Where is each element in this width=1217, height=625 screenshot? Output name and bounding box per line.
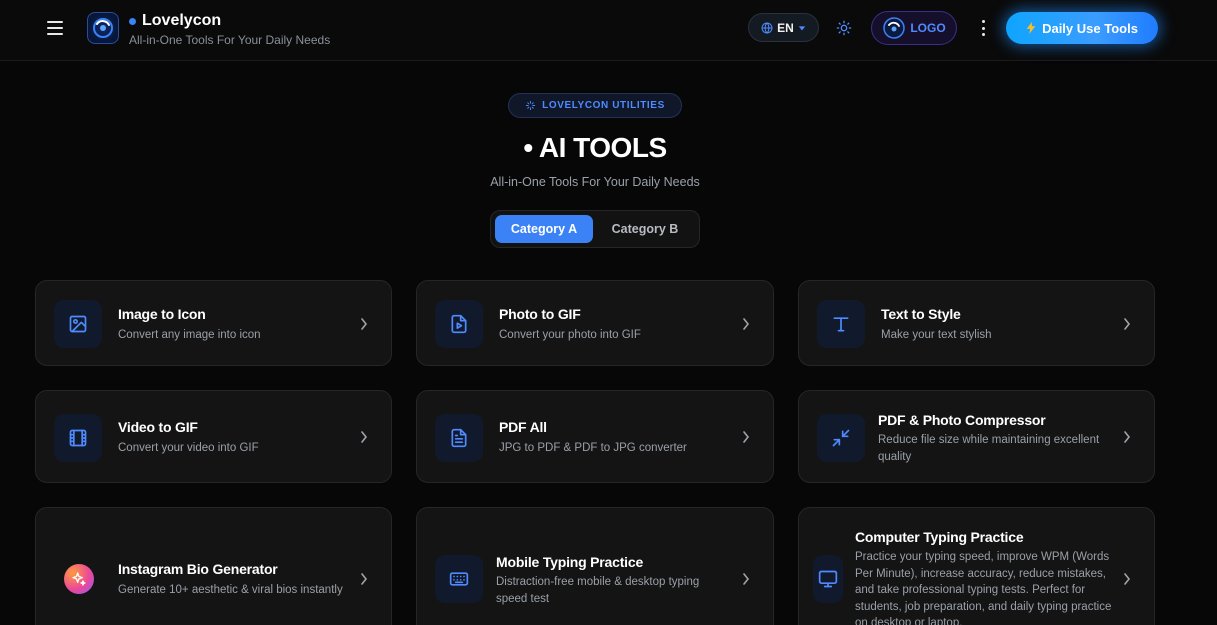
card-title: PDF All: [499, 419, 547, 435]
brand-name-text: Lovelycon: [142, 12, 222, 29]
category-b-tab[interactable]: Category B: [595, 215, 695, 243]
sparkle-icon: [526, 100, 536, 111]
card-title: Instagram Bio Generator: [118, 561, 278, 577]
film-icon: [54, 414, 102, 462]
language-label: EN: [777, 20, 794, 35]
card-description: JPG to PDF & PDF to JPG converter: [499, 442, 687, 454]
hamburger-menu-icon[interactable]: [45, 19, 65, 37]
tool-card-text-to-style[interactable]: Text to Style Make your text stylish: [798, 280, 1155, 366]
category-a-tab[interactable]: Category A: [495, 215, 594, 243]
card-title: Text to Style: [881, 306, 961, 322]
card-title: PDF & Photo Compressor: [878, 412, 1046, 428]
card-description: Convert any image into icon: [118, 329, 261, 341]
card-description: Convert your video into GIF: [118, 442, 259, 454]
chevron-right-icon: [359, 572, 369, 586]
tool-card-video-to-gif[interactable]: Video to GIF Convert your video into GIF: [35, 390, 392, 483]
chevron-right-icon: [741, 430, 751, 444]
tool-card-instagram-bio-generator[interactable]: Instagram Bio Generator Generate 10+ aes…: [35, 507, 392, 625]
logo-button[interactable]: LOGO: [871, 11, 957, 45]
tool-card-pdf-all[interactable]: PDF All JPG to PDF & PDF to JPG converte…: [416, 390, 774, 483]
card-title: Computer Typing Practice: [855, 529, 1024, 545]
language-selector[interactable]: EN: [748, 13, 819, 42]
globe-icon: [761, 22, 773, 34]
utilities-badge: LOVELYCON UTILITIES: [508, 93, 682, 118]
brand-name[interactable]: Lovelycon: [129, 11, 221, 31]
type-icon: [817, 300, 865, 348]
category-switcher: Category A Category B: [490, 210, 700, 248]
card-description: Convert your photo into GIF: [499, 329, 641, 341]
logo-mark-icon: [883, 17, 906, 39]
caret-down-icon: [798, 25, 806, 30]
theme-toggle-sun-icon[interactable]: [834, 18, 854, 38]
minimize-icon: [817, 414, 865, 462]
logo-button-label: LOGO: [910, 21, 946, 35]
image-icon: [54, 300, 102, 348]
card-description: Distraction-free mobile & desktop typing…: [496, 576, 700, 605]
sparkles-icon: [64, 564, 94, 594]
tool-card-mobile-typing-practice[interactable]: Mobile Typing Practice Distraction-free …: [416, 507, 774, 625]
tool-card-image-to-icon[interactable]: Image to Icon Convert any image into ico…: [35, 280, 392, 366]
chevron-right-icon: [741, 572, 751, 586]
card-description: Generate 10+ aesthetic & viral bios inst…: [118, 584, 343, 596]
monitor-icon: [813, 555, 843, 603]
file-text-icon: [435, 414, 483, 462]
keyboard-icon: [435, 555, 483, 603]
chevron-right-icon: [1122, 317, 1132, 331]
brand-logo-icon[interactable]: [87, 12, 119, 44]
card-title: Video to GIF: [118, 419, 198, 435]
brand-tagline: All-in-One Tools For Your Daily Needs: [129, 33, 331, 47]
more-options-icon[interactable]: [976, 18, 990, 38]
top-header: Lovelycon All-in-One Tools For Your Dail…: [0, 0, 1217, 61]
page-subtitle: All-in-One Tools For Your Daily Needs: [490, 175, 700, 189]
chevron-right-icon: [1122, 572, 1132, 586]
page-title: • AI TOOLS: [523, 132, 667, 163]
card-title: Mobile Typing Practice: [496, 554, 644, 570]
daily-button-label: Daily Use Tools: [1042, 20, 1138, 36]
chevron-right-icon: [359, 430, 369, 444]
tool-card-photo-to-gif[interactable]: Photo to GIF Convert your photo into GIF: [416, 280, 774, 366]
tool-card-pdf-photo-compressor[interactable]: PDF & Photo Compressor Reduce file size …: [798, 390, 1155, 483]
chevron-right-icon: [741, 317, 751, 331]
brand-dot-icon: [129, 17, 136, 25]
badge-label: LOVELYCON UTILITIES: [542, 100, 665, 111]
file-video-icon: [435, 300, 483, 348]
card-description: Reduce file size while maintaining excel…: [878, 434, 1100, 463]
daily-use-tools-button[interactable]: Daily Use Tools: [1006, 12, 1158, 44]
card-description: Practice your typing speed, improve WPM …: [855, 551, 1112, 625]
chevron-right-icon: [359, 317, 369, 331]
card-title: Photo to GIF: [499, 306, 581, 322]
lightning-icon: [1026, 22, 1036, 34]
card-description: Make your text stylish: [881, 329, 992, 341]
chevron-right-icon: [1122, 430, 1132, 444]
card-title: Image to Icon: [118, 306, 206, 322]
tool-card-computer-typing-practice[interactable]: Computer Typing Practice Practice your t…: [798, 507, 1155, 625]
